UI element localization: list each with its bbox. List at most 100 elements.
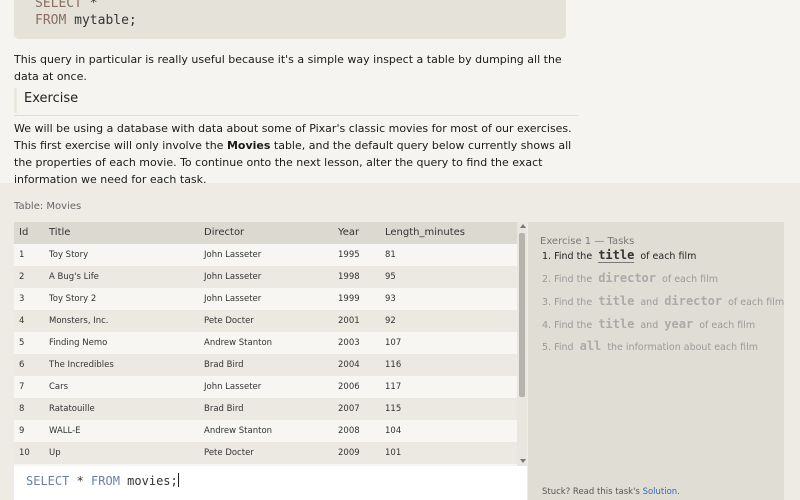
exercise-panel: Table: Movies Id Title Director Year Len…: [0, 183, 800, 500]
cell-id: 8: [19, 404, 25, 414]
table-row: 9 WALL-E Andrew Stanton 2008 104: [14, 420, 517, 442]
cell-title: A Bug's Life: [49, 272, 99, 282]
task-code2: year: [664, 317, 694, 331]
cell-id: 6: [19, 360, 25, 370]
table-row: 1 Toy Story John Lasseter 1995 81: [14, 244, 517, 266]
table-scrollbar[interactable]: [517, 222, 527, 466]
cell-id: 5: [19, 338, 25, 348]
cell-director: John Lasseter: [204, 294, 262, 304]
cell-year: 1998: [338, 272, 360, 282]
task-mid: of each film: [640, 251, 697, 262]
column-header-id: Id: [19, 227, 29, 238]
cell-year: 2001: [338, 316, 360, 326]
cell-length: 95: [385, 272, 396, 282]
query-editor[interactable]: SELECT * FROM movies;: [14, 466, 527, 500]
cell-title: Cars: [49, 382, 69, 392]
task-mid: and: [640, 320, 659, 331]
column-header-length: Length_minutes: [385, 227, 465, 238]
task-item: 1. Find the title of each film: [542, 248, 697, 263]
scrollbar-thumb[interactable]: [519, 233, 525, 397]
exercise-heading-text: Exercise: [24, 91, 79, 106]
task-tail: of each film: [699, 320, 756, 331]
solution-link[interactable]: Solution: [643, 487, 678, 497]
table-row: 6 The Incredibles Brad Bird 2004 116: [14, 354, 517, 376]
cell-title: Toy Story 2: [49, 294, 97, 304]
task-num: 5. Find: [542, 342, 574, 353]
column-header-director: Director: [204, 227, 245, 238]
cell-director: Andrew Stanton: [204, 338, 273, 348]
column-header-year: Year: [338, 227, 360, 238]
cell-id: 4: [19, 316, 25, 326]
cell-length: 107: [385, 338, 402, 348]
code-line-2: FROM mytable;: [35, 13, 137, 28]
task-mid: and: [640, 297, 659, 308]
cell-year: 2006: [338, 382, 360, 392]
table-row: 7 Cars John Lasseter 2006 117: [14, 376, 517, 398]
scroll-up-arrow-icon[interactable]: [520, 224, 526, 228]
tasks-header: Exercise 1 — Tasks: [540, 236, 635, 247]
cell-length: 92: [385, 316, 396, 326]
cell-year: 1999: [338, 294, 360, 304]
cell-director: Pete Docter: [204, 448, 254, 458]
example-code-block: SELECT * FROM mytable;: [14, 0, 566, 39]
cell-id: 2: [19, 272, 25, 282]
cell-title: Monsters, Inc.: [49, 316, 109, 326]
cell-id: 7: [19, 382, 25, 392]
cell-length: 101: [385, 448, 402, 458]
cell-length: 115: [385, 404, 402, 414]
task-item: 5. Find all the information about each f…: [542, 339, 758, 353]
task-code1: title: [598, 317, 635, 331]
cell-id: 3: [19, 294, 25, 304]
cell-id: 10: [19, 448, 30, 458]
task-code1: title: [598, 248, 635, 263]
task-code1: title: [598, 294, 635, 308]
exercise-heading: Exercise: [14, 86, 578, 116]
task-mid: the information about each film: [607, 342, 759, 353]
cell-director: Andrew Stanton: [204, 426, 273, 436]
cell-title: WALL-E: [49, 426, 81, 436]
cell-director: Brad Bird: [204, 360, 244, 370]
cell-title: The Incredibles: [49, 360, 114, 370]
table-row: 8 Ratatouille Brad Bird 2007 115: [14, 398, 517, 420]
cell-id: 9: [19, 426, 25, 436]
scroll-down-arrow-icon[interactable]: [520, 459, 526, 463]
results-table: Id Title Director Year Length_minutes 1 T…: [14, 222, 517, 466]
task-mid: of each film: [662, 274, 719, 285]
task-num: 1. Find the: [542, 251, 593, 262]
task-item: 3. Find the title and director of each f…: [542, 294, 784, 308]
cell-year: 2007: [338, 404, 360, 414]
cell-length: 104: [385, 426, 402, 436]
table-title: Table: Movies: [14, 201, 82, 212]
cell-length: 93: [385, 294, 396, 304]
cell-length: 117: [385, 382, 402, 392]
query-text[interactable]: SELECT * FROM movies;: [26, 473, 179, 488]
task-num: 2. Find the: [542, 274, 593, 285]
table-row: 2 A Bug's Life John Lasseter 1998 95: [14, 266, 517, 288]
cell-length: 116: [385, 360, 402, 370]
cell-director: John Lasseter: [204, 272, 262, 282]
cell-director: Pete Docter: [204, 316, 254, 326]
cell-id: 1: [19, 250, 25, 260]
cell-director: John Lasseter: [204, 382, 262, 392]
task-item: 4. Find the title and year of each film: [542, 317, 755, 331]
heading-accent-bar: [14, 88, 17, 113]
cell-title: Ratatouille: [49, 404, 95, 414]
stuck-hint: Stuck? Read this task's Solution.: [542, 487, 680, 497]
table-header: Id Title Director Year Length_minutes: [14, 222, 517, 244]
table-row: 5 Finding Nemo Andrew Stanton 2003 107: [14, 332, 517, 354]
cell-title: Finding Nemo: [49, 338, 108, 348]
cell-title: Up: [49, 448, 61, 458]
movies-table-name: Movies: [226, 139, 271, 152]
cell-title: Toy Story: [49, 250, 89, 260]
cell-year: 2003: [338, 338, 360, 348]
task-code2: director: [664, 294, 723, 308]
task-code1: director: [598, 271, 656, 285]
cell-director: Brad Bird: [204, 404, 244, 414]
cell-director: John Lasseter: [204, 250, 262, 260]
cell-year: 1995: [338, 250, 360, 260]
cell-year: 2009: [338, 448, 360, 458]
task-num: 4. Find the: [542, 320, 593, 331]
task-num: 3. Find the: [542, 297, 593, 308]
cell-length: 81: [385, 250, 396, 260]
cell-year: 2008: [338, 426, 360, 436]
